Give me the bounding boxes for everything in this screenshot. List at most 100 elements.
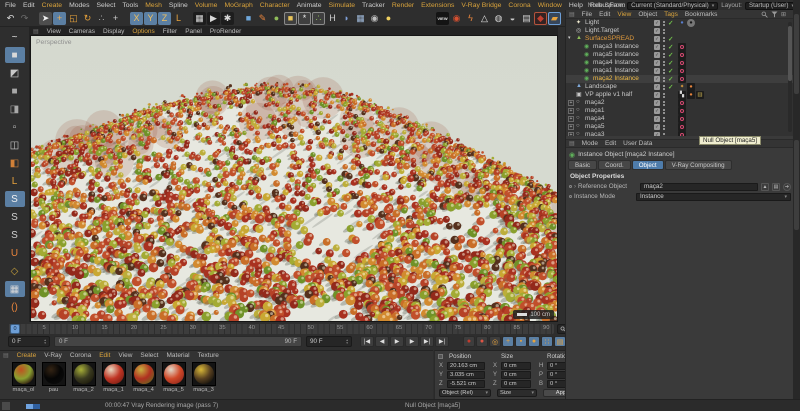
material-thumbnail[interactable] [102,362,126,386]
editor-enable-checkbox[interactable]: ✓ [654,132,660,136]
animation-mode-icon[interactable]: ◨ [5,101,25,117]
vray-render-button[interactable]: ◉ [450,12,463,25]
vray-folder-button[interactable]: ▰ [548,12,561,25]
enabled-check-icon[interactable]: ✓ [668,43,673,51]
ring-tag-icon[interactable] [678,43,686,51]
editor-enable-checkbox[interactable]: ✓ [654,28,660,34]
viewport-menu-panel[interactable]: Panel [185,28,202,35]
pick-icon[interactable]: ➔ [783,183,791,191]
material-menu-create[interactable]: Create [17,352,37,359]
coord-field-size-z[interactable]: 0 cm [501,380,531,388]
expand-panel-icon[interactable]: ⊞ [781,11,786,18]
material-item[interactable]: maça_5 [160,362,187,393]
render-settings-button[interactable]: ✱ [221,12,234,25]
menu-window[interactable]: Window [538,2,562,9]
ring-tag-icon[interactable] [678,59,686,67]
tab-basic[interactable]: Basic [568,160,597,170]
size-mode-select[interactable]: Size ▾ [497,389,537,397]
lock-z-button[interactable]: Z [158,12,171,25]
menu-edit[interactable]: Edit [23,2,35,9]
coord-mode-select[interactable]: Object (Rel) ▾ [439,389,491,397]
expander-icon[interactable]: + [568,116,574,122]
editor-enable-checkbox[interactable]: ✓ [654,44,660,50]
coord-field-position-x[interactable]: 20.163 cm [447,362,485,370]
play-button[interactable]: ▶ [390,336,404,347]
menu-select[interactable]: Select [96,2,115,9]
enabled-check-icon[interactable]: ✓ [668,51,673,59]
visibility-dots-icon[interactable] [663,109,665,111]
material-menu-material[interactable]: Material [166,352,189,359]
panel-icon[interactable]: ▤ [33,28,39,35]
material-item[interactable]: maça_2 [70,362,97,393]
coords-checkbox[interactable] [438,354,443,359]
odot-tag-icon[interactable]: ● [687,91,695,99]
expander-icon[interactable]: + [568,132,574,136]
instance-mode-select[interactable]: Instance▾ [636,193,791,201]
visibility-dots-icon[interactable] [663,133,665,135]
visibility-dots-icon[interactable] [663,53,665,55]
add-environment-button[interactable]: ▦ [354,12,367,25]
key-scale-button[interactable]: ▪ [515,336,527,347]
material-item[interactable]: maça_3 [190,362,217,393]
enabled-check-icon[interactable]: ✓ [668,59,673,67]
object-row-ma-a3-instance[interactable]: ◉maça3 Instance✓✓ [566,43,794,51]
object-row-ma-a5-instance[interactable]: ◉maça5 Instance✓✓ [566,51,794,59]
quantize-icon[interactable]: () [5,299,25,315]
add-light-button[interactable]: ● [382,12,395,25]
polygon-mode-icon[interactable]: ◧ [5,155,25,171]
menu-modes[interactable]: Modes [69,2,89,9]
enabled-check-icon[interactable]: ✓ [668,19,673,27]
brush-tool-icon[interactable]: ~ [5,29,25,45]
add-subdivision-button[interactable]: ■ [284,12,297,25]
material-item[interactable]: maça_1 [100,362,127,393]
add-joint-button[interactable]: H [326,12,339,25]
editor-enable-checkbox[interactable]: ✓ [654,68,660,74]
panel-icon[interactable]: ▤ [3,352,9,359]
object-row-ma-a4-instance[interactable]: ◉maça4 Instance✓✓ [566,59,794,67]
star-tag-icon[interactable]: ✦ [678,83,686,91]
viewport-menu-options[interactable]: Options [132,28,154,35]
ring-tag-icon[interactable] [678,51,686,59]
om-menu-edit[interactable]: Edit [599,11,610,18]
object-row-light-target[interactable]: ◎Light.Target✓ [566,27,794,35]
am-menu-user-data[interactable]: User Data [623,140,652,147]
material-thumbnail[interactable] [132,362,156,386]
ring-tag-icon[interactable] [678,123,686,131]
material-item[interactable]: maça_ol [10,362,37,393]
panel-icon[interactable]: ▤ [569,11,575,18]
point-mode-icon[interactable]: ▫ [5,119,25,135]
goto-start-button[interactable]: |◀ [360,336,374,347]
workplane-icon[interactable]: ▦ [5,281,25,297]
material-menu-edit[interactable]: Edit [99,352,110,359]
link-icon[interactable]: ▲ [761,183,769,191]
checker-tag-icon[interactable]: ▚ [678,91,686,99]
visibility-dots-icon[interactable] [663,37,665,39]
menu-tracker[interactable]: Tracker [362,2,385,9]
editor-enable-checkbox[interactable]: ✓ [654,116,660,122]
recent-tools[interactable]: ∴ [95,12,108,25]
add-cloner-button[interactable]: ∴ [312,12,325,25]
film-tag-icon[interactable]: ▥ [696,91,704,99]
menu-corona[interactable]: Corona [508,2,530,9]
visibility-dots-icon[interactable] [663,21,665,23]
editor-enable-checkbox[interactable]: ✓ [654,52,660,58]
render-view[interactable] [31,36,557,321]
axis-tool[interactable]: + [109,12,122,25]
dock-tab[interactable] [794,140,799,230]
timeline-ruler[interactable]: 0 51015202530354045505560657075808590 [8,324,554,334]
vray-material-button[interactable]: ◒ [506,12,519,25]
key-rotation-button[interactable]: ● [528,336,540,347]
expander-icon[interactable]: › [574,184,576,190]
editor-enable-checkbox[interactable]: ✓ [654,92,660,98]
search-icon[interactable] [761,11,768,18]
expander-icon[interactable]: ▾ [568,35,571,41]
move-tool[interactable]: + [53,12,66,25]
add-deformer-button[interactable]: ◗ [340,12,353,25]
vray-light-button[interactable]: △ [478,12,491,25]
coord-field-size-x[interactable]: 0 cm [501,362,531,370]
render-view-button[interactable]: ▦ [193,12,206,25]
om-menu-object[interactable]: Object [638,11,657,18]
filter-icon[interactable] [771,11,778,18]
editor-enable-checkbox[interactable]: ✓ [654,124,660,130]
material-thumbnail[interactable] [162,362,186,386]
